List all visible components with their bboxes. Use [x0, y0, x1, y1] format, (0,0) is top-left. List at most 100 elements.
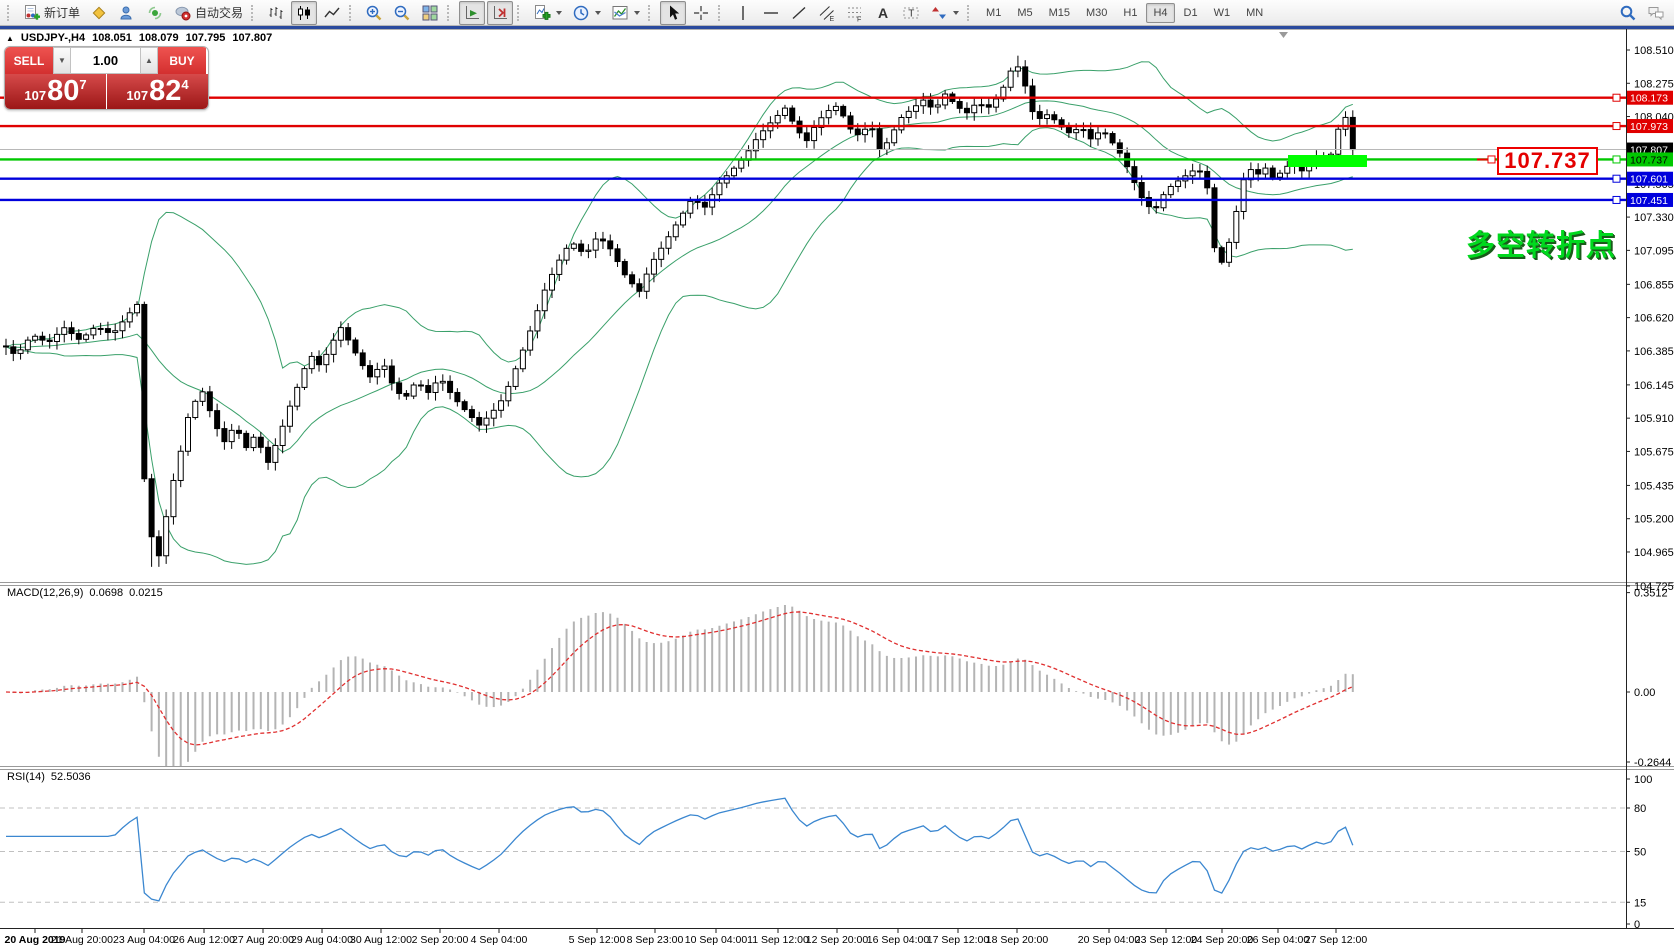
svg-text:107.330: 107.330 — [1634, 212, 1674, 224]
tf-m15-button[interactable]: M15 — [1042, 3, 1077, 23]
cursor-button[interactable] — [660, 1, 686, 25]
sell-price[interactable]: 107 80 7 — [5, 74, 106, 109]
svg-text:A: A — [878, 5, 888, 21]
svg-text:106.145: 106.145 — [1634, 380, 1674, 392]
volume-down-button[interactable]: ▼ — [53, 47, 71, 74]
ohlc-close: 107.807 — [232, 32, 272, 44]
svg-text:106.855: 106.855 — [1634, 279, 1674, 291]
zoom-out-button[interactable] — [389, 1, 415, 25]
svg-text:5 Sep 12:00: 5 Sep 12:00 — [569, 934, 626, 946]
signals-button[interactable] — [142, 1, 168, 25]
arrows-button[interactable] — [926, 1, 963, 25]
zoom-in-button[interactable] — [361, 1, 387, 25]
svg-text:0: 0 — [1634, 919, 1640, 931]
svg-text:107.737: 107.737 — [1630, 154, 1668, 166]
macd-signal-value: 0.0215 — [129, 587, 163, 599]
sell-button[interactable]: SELL — [5, 47, 53, 74]
navigator-button[interactable] — [114, 1, 140, 25]
svg-text:0.3512: 0.3512 — [1634, 588, 1668, 600]
svg-text:26 Aug 12:00: 26 Aug 12:00 — [173, 934, 235, 946]
collapse-panel-icon[interactable]: ▲ — [6, 34, 14, 43]
line-chart-icon — [323, 4, 341, 22]
chart-line-button[interactable] — [319, 1, 345, 25]
ohlc-low: 107.795 — [186, 32, 226, 44]
bar-chart-icon — [267, 4, 285, 22]
fibonacci-button[interactable]: F — [842, 1, 868, 25]
market-watch-button[interactable] — [86, 1, 112, 25]
volume-up-button[interactable]: ▲ — [140, 47, 158, 74]
trendline-button[interactable] — [786, 1, 812, 25]
search-button[interactable] — [1615, 1, 1641, 25]
tf-m1-button[interactable]: M1 — [979, 3, 1008, 23]
vline-button[interactable] — [730, 1, 756, 25]
autotrade-button[interactable]: 自动交易 — [170, 1, 247, 25]
svg-text:107.973: 107.973 — [1630, 121, 1668, 133]
text-label-icon: T — [902, 4, 920, 22]
community-button[interactable] — [1643, 1, 1669, 25]
toolbar-group-handle — [7, 5, 13, 21]
svg-text:105.675: 105.675 — [1634, 446, 1674, 458]
auto-scroll-button[interactable] — [459, 1, 485, 25]
svg-text:106.385: 106.385 — [1634, 346, 1674, 358]
volume-input[interactable] — [71, 47, 140, 74]
navigator-icon — [118, 4, 136, 22]
channel-button[interactable]: E — [814, 1, 840, 25]
tf-h1-button[interactable]: H1 — [1116, 3, 1144, 23]
vertical-line-icon — [734, 4, 752, 22]
new-order-button[interactable]: 新订单 — [19, 1, 84, 25]
indicators-button[interactable] — [529, 1, 566, 25]
toolbar-group-handle — [967, 5, 973, 21]
toolbar-group-handle — [648, 5, 654, 21]
periods-button[interactable] — [568, 1, 605, 25]
toolbar-group-handle — [447, 5, 453, 21]
svg-text:24 Sep 20:00: 24 Sep 20:00 — [1191, 934, 1254, 946]
rsi-name: RSI(14) — [7, 771, 45, 783]
hline-button[interactable] — [758, 1, 784, 25]
svg-text:27 Aug 20:00: 27 Aug 20:00 — [232, 934, 294, 946]
signals-icon — [146, 4, 164, 22]
tf-w1-button[interactable]: W1 — [1207, 3, 1238, 23]
chart-candles-button[interactable] — [291, 1, 317, 25]
svg-text:E: E — [830, 16, 835, 22]
buy-price[interactable]: 107 82 4 — [107, 74, 208, 109]
tf-mn-button[interactable]: MN — [1239, 3, 1270, 23]
sell-price-prefix: 107 — [24, 88, 46, 103]
symbol-title: USDJPY-,H4 — [21, 32, 85, 44]
svg-text:23 Aug 04:00: 23 Aug 04:00 — [113, 934, 175, 946]
templates-button[interactable] — [607, 1, 644, 25]
toolbar-divider — [0, 26, 1674, 29]
tf-h4-button[interactable]: H4 — [1146, 3, 1174, 23]
buy-price-big: 82 — [149, 75, 181, 108]
svg-text:107.451: 107.451 — [1630, 195, 1668, 207]
chart-shift-button[interactable] — [487, 1, 513, 25]
toolbar-group-handle — [251, 5, 257, 21]
tf-d1-button[interactable]: D1 — [1177, 3, 1205, 23]
tf-m5-button[interactable]: M5 — [1010, 3, 1039, 23]
search-icon — [1619, 4, 1637, 22]
svg-text:11 Sep 12:00: 11 Sep 12:00 — [747, 934, 809, 946]
market-watch-icon — [90, 4, 108, 22]
svg-text:105.910: 105.910 — [1634, 413, 1674, 425]
tile-windows-button[interactable] — [417, 1, 443, 25]
mt4-window: 108.510108.275108.040107.565107.330107.0… — [0, 0, 1674, 950]
text-button[interactable]: A — [870, 1, 896, 25]
crosshair-button[interactable] — [688, 1, 714, 25]
chat-icon — [1647, 4, 1665, 22]
label-button[interactable]: T — [898, 1, 924, 25]
template-icon — [611, 4, 629, 22]
svg-text:18 Sep 20:00: 18 Sep 20:00 — [986, 934, 1049, 946]
zoom-out-icon — [393, 4, 411, 22]
tf-m30-button[interactable]: M30 — [1079, 3, 1114, 23]
auto-scroll-icon — [463, 4, 481, 22]
svg-text:12 Sep 20:00: 12 Sep 20:00 — [806, 934, 869, 946]
chart-canvas[interactable]: 108.510108.275108.040107.565107.330107.0… — [0, 0, 1674, 950]
buy-price-pip: 4 — [181, 77, 188, 92]
chevron-down-icon — [953, 11, 959, 15]
chart-bars-button[interactable] — [263, 1, 289, 25]
highlight-rect — [1288, 155, 1367, 167]
buy-button[interactable]: BUY — [158, 47, 206, 74]
svg-text:0.00: 0.00 — [1634, 687, 1655, 699]
macd-indicator-label: MACD(12,26,9) 0.0698 0.0215 — [7, 587, 163, 599]
price-callout-box[interactable]: 107.737 — [1497, 147, 1598, 175]
svg-text:105.200: 105.200 — [1634, 514, 1674, 526]
